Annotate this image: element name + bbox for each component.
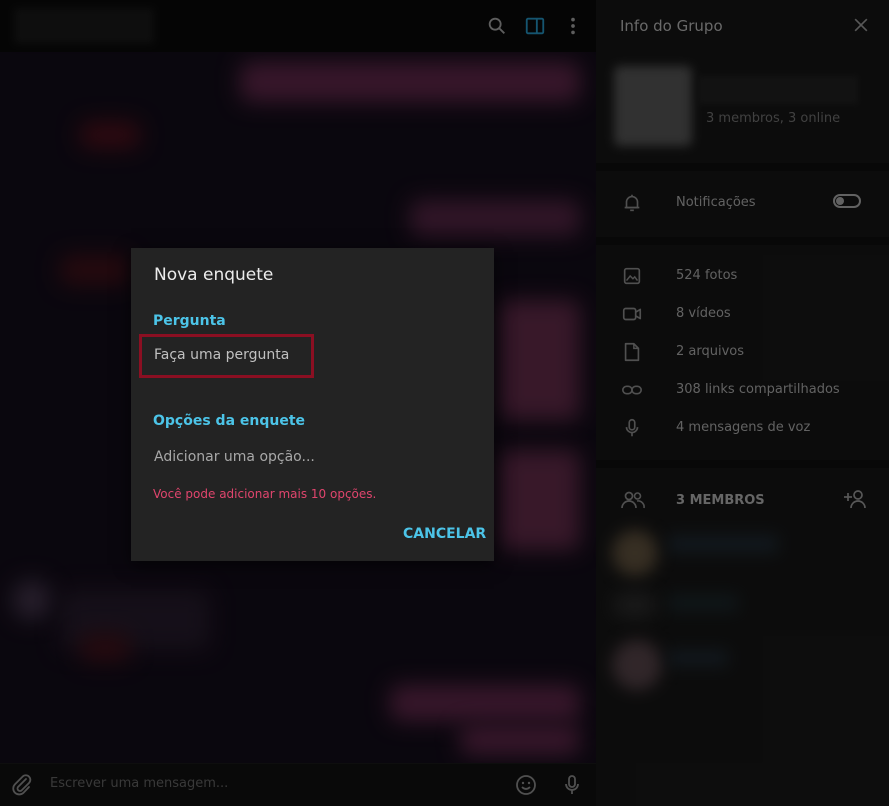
option-input[interactable] <box>154 447 454 467</box>
new-poll-dialog: Nova enquete Pergunta Opções da enquete … <box>131 248 494 561</box>
dialog-title: Nova enquete <box>154 265 274 285</box>
cancel-button[interactable]: CANCELAR <box>393 518 496 550</box>
question-label: Pergunta <box>153 313 226 329</box>
options-label: Opções da enquete <box>153 413 306 429</box>
question-input[interactable] <box>154 345 304 365</box>
options-hint: Você pode adicionar mais 10 opções. <box>153 487 377 501</box>
